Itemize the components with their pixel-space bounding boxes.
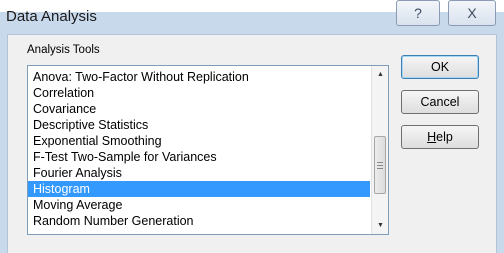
- scrollbar-thumb[interactable]: [374, 136, 386, 194]
- cancel-button[interactable]: Cancel: [401, 90, 479, 114]
- close-icon: X: [467, 5, 477, 21]
- data-analysis-dialog: Data Analysis ? X Analysis Tools Anova: …: [0, 0, 504, 253]
- list-item[interactable]: F-Test Two-Sample for Variances: [28, 149, 370, 165]
- dialog-body: Analysis Tools Anova: Two-Factor Without…: [7, 34, 497, 253]
- analysis-tools-list: Anova: Two-Factor Without Replication Cor…: [28, 69, 370, 229]
- close-button[interactable]: X: [448, 0, 496, 26]
- list-item[interactable]: Moving Average: [28, 197, 370, 213]
- list-item[interactable]: Descriptive Statistics: [28, 117, 370, 133]
- scroll-down-icon[interactable]: ▼: [372, 217, 388, 234]
- list-item[interactable]: Covariance: [28, 101, 370, 117]
- list-item[interactable]: Exponential Smoothing: [28, 133, 370, 149]
- scroll-up-icon[interactable]: ▲: [372, 66, 388, 83]
- grip-icon: [377, 161, 383, 169]
- analysis-tools-listbox[interactable]: Anova: Two-Factor Without Replication Cor…: [27, 65, 389, 235]
- title-bar: Data Analysis ? X: [0, 0, 504, 34]
- dialog-title: Data Analysis: [6, 8, 97, 25]
- help-button[interactable]: Help: [401, 125, 479, 149]
- list-item[interactable]: Histogram: [28, 181, 370, 197]
- analysis-tools-label: Analysis Tools: [27, 44, 100, 56]
- list-item[interactable]: Random Number Generation: [28, 213, 370, 229]
- help-title-button[interactable]: ?: [396, 0, 440, 26]
- list-item[interactable]: Fourier Analysis: [28, 165, 370, 181]
- list-item[interactable]: Correlation: [28, 85, 370, 101]
- help-label: Help: [427, 130, 453, 144]
- list-item[interactable]: Anova: Two-Factor Without Replication: [28, 69, 370, 85]
- vertical-scrollbar[interactable]: ▲ ▼: [371, 66, 388, 234]
- question-mark-icon: ?: [414, 5, 422, 21]
- ok-button[interactable]: OK: [401, 55, 479, 79]
